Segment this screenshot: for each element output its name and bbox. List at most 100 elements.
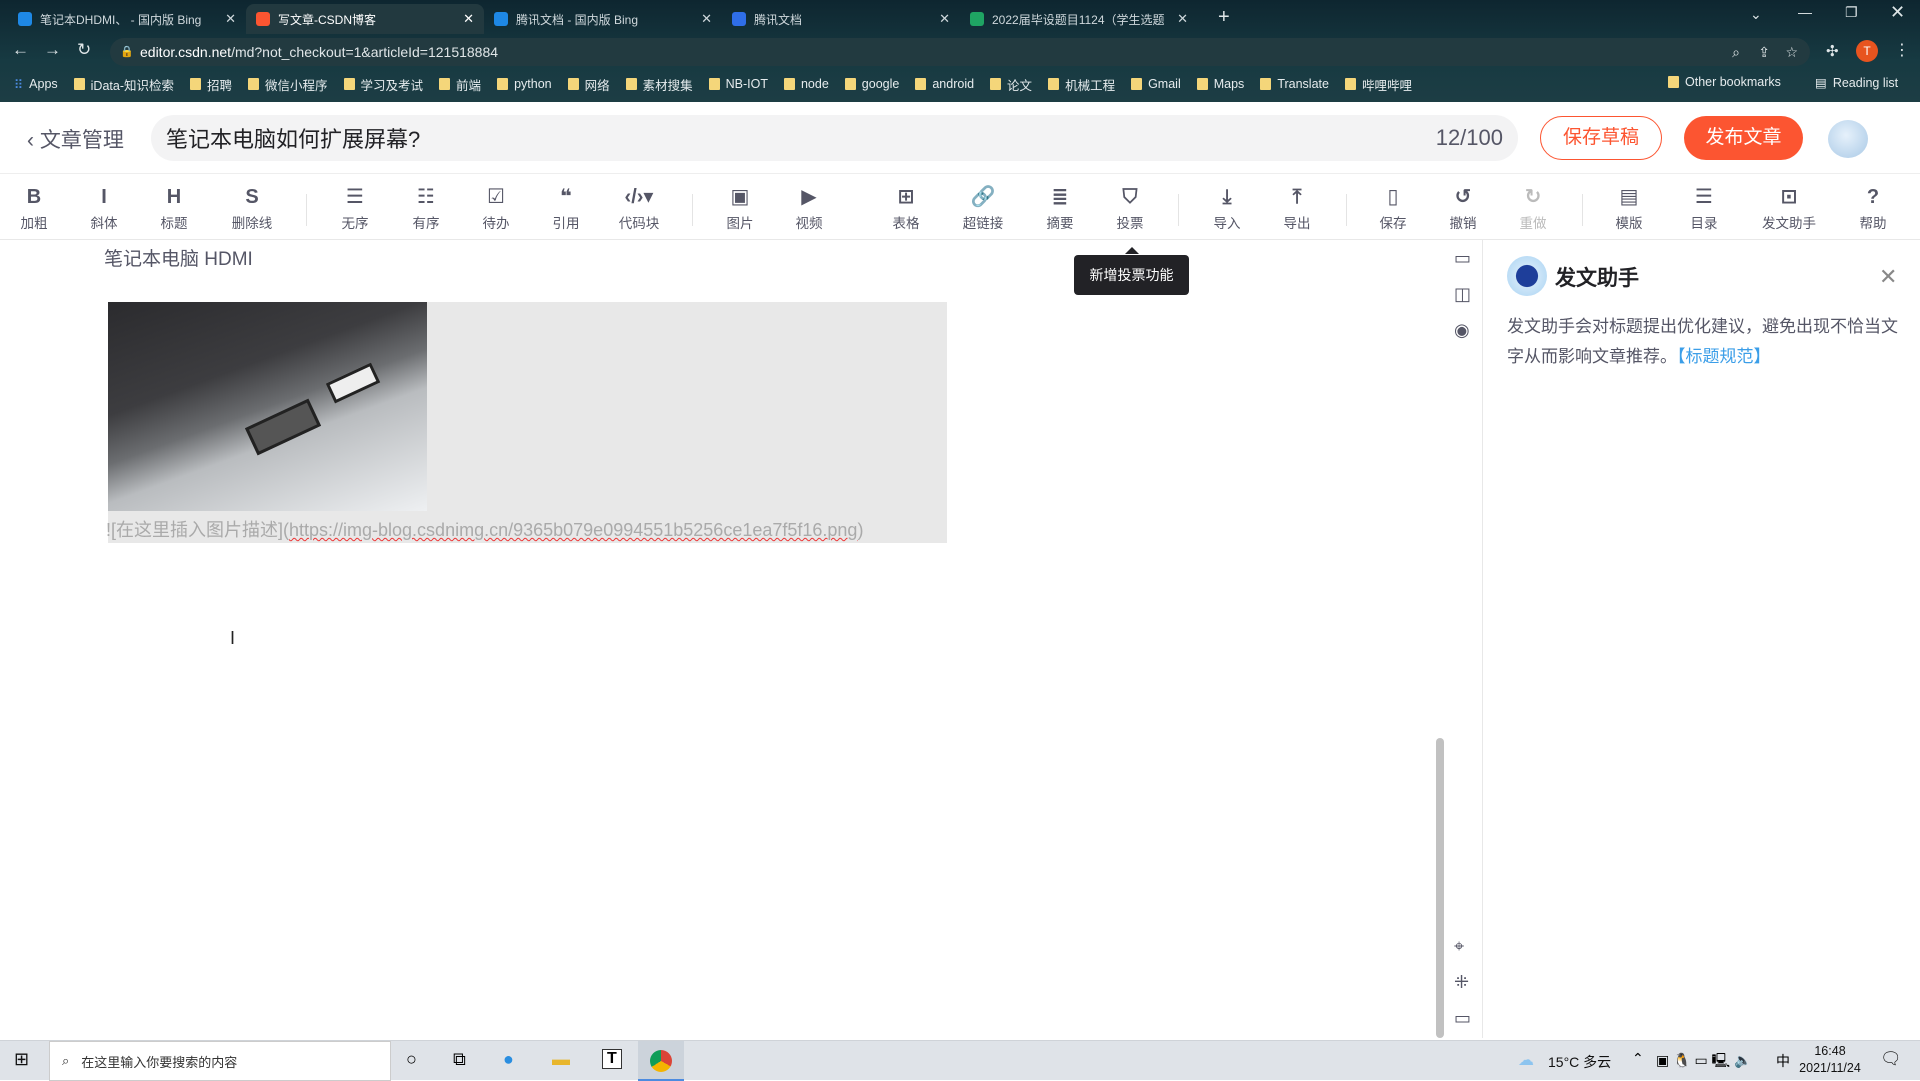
- toolbar-video-button[interactable]: ▶ 视频: [779, 184, 839, 232]
- single-column-icon[interactable]: ▭: [1454, 248, 1471, 269]
- weather-text[interactable]: 15°C 多云: [1548, 1052, 1611, 1072]
- bookmark-item[interactable]: Gmail: [1131, 77, 1181, 91]
- browser-tab[interactable]: 笔记本DHDMI、 - 国内版 Bing ✕: [8, 4, 246, 34]
- browser-tab[interactable]: 2022届毕设题目1124（学生选题 ✕: [960, 4, 1198, 34]
- bookmark-item[interactable]: 微信小程序: [248, 75, 328, 94]
- bookmark-item[interactable]: Maps: [1196, 77, 1244, 91]
- bookmark-item[interactable]: ⠿ Apps: [14, 77, 58, 92]
- close-tab-icon[interactable]: ✕: [463, 11, 474, 27]
- user-avatar[interactable]: [1828, 120, 1868, 158]
- bookmark-item[interactable]: 素材搜集: [625, 75, 693, 94]
- bookmark-item[interactable]: 招聘: [190, 75, 232, 94]
- windows-start-icon[interactable]: ⊞: [14, 1049, 29, 1070]
- toolbar-strikethrough-button[interactable]: S 删除线: [222, 184, 282, 232]
- reading-list[interactable]: ▤ Reading list: [1815, 75, 1898, 91]
- toolbar-link-button[interactable]: 🔗 超链接: [953, 184, 1013, 232]
- tab-search-icon[interactable]: ⌄: [1750, 6, 1762, 23]
- typora-icon[interactable]: T: [602, 1049, 622, 1069]
- article-title-input[interactable]: 笔记本电脑如何扩展屏幕? 12/100: [151, 115, 1518, 161]
- title-guidelines-link[interactable]: 【标题规范】: [1677, 347, 1771, 366]
- bookmark-item[interactable]: NB-IOT: [708, 77, 768, 91]
- toolbar-code-block-button[interactable]: ‹/›▾ 代码块: [609, 184, 669, 232]
- chrome-taskbar-button[interactable]: [638, 1041, 684, 1081]
- toolbar-quote-button[interactable]: ❝ 引用: [536, 184, 596, 232]
- toolbar-italic-button[interactable]: I 斜体: [74, 184, 134, 232]
- minimize-button[interactable]: —: [1798, 4, 1812, 20]
- close-panel-icon[interactable]: ✕: [1879, 264, 1897, 290]
- toolbar-export-button[interactable]: ⤒ 导出: [1267, 184, 1327, 232]
- toolbar-assistant-button[interactable]: ⊡ 发文助手: [1759, 184, 1819, 232]
- browser-tab[interactable]: 写文章-CSDN博客 ✕: [246, 4, 484, 34]
- back-icon[interactable]: ←: [12, 40, 29, 60]
- bookmark-item[interactable]: 学习及考试: [343, 75, 423, 94]
- file-explorer-icon[interactable]: ▬: [552, 1049, 570, 1070]
- bookmark-item[interactable]: node: [783, 77, 829, 91]
- bookmark-item[interactable]: 哔哩哔哩: [1344, 75, 1412, 94]
- save-draft-button[interactable]: 保存草稿: [1540, 116, 1662, 160]
- bookmark-item[interactable]: google: [844, 77, 899, 91]
- toolbar-bold-button[interactable]: B 加粗: [4, 184, 64, 232]
- publish-button[interactable]: 发布文章: [1684, 116, 1803, 160]
- profile-avatar[interactable]: T: [1856, 40, 1878, 62]
- toolbar-unordered-list-button[interactable]: ☰ 无序: [325, 184, 385, 232]
- app-icon-check[interactable]: ●: [503, 1049, 514, 1070]
- forward-icon[interactable]: →: [44, 40, 61, 60]
- zoom-icon[interactable]: ⌕: [1732, 38, 1740, 66]
- editor-scrollbar[interactable]: [1436, 738, 1444, 1038]
- split-view-icon[interactable]: ◫: [1454, 284, 1471, 305]
- bookmark-item[interactable]: iData-知识检索: [73, 75, 174, 94]
- browser-tab[interactable]: 腾讯文档 ✕: [722, 4, 960, 34]
- close-tab-icon[interactable]: ✕: [225, 11, 236, 27]
- toolbar-help-button[interactable]: ? 帮助: [1843, 184, 1903, 232]
- close-tab-icon[interactable]: ✕: [1177, 11, 1188, 27]
- ime-indicator[interactable]: 中: [1776, 1051, 1790, 1071]
- close-tab-icon[interactable]: ✕: [939, 11, 950, 27]
- share-icon[interactable]: ⇪: [1758, 38, 1770, 66]
- new-tab-button[interactable]: +: [1218, 6, 1230, 29]
- back-to-articles-link[interactable]: ‹ 文章管理: [27, 124, 124, 154]
- address-bar[interactable]: 🔒 editor.csdn.net/md?not_checkout=1&arti…: [110, 38, 1810, 66]
- toolbar-table-button[interactable]: ⊞ 表格: [876, 184, 936, 232]
- reload-icon[interactable]: ↻: [77, 40, 91, 60]
- bookmark-item[interactable]: 网络: [567, 75, 610, 94]
- locate-icon[interactable]: ⌖: [1454, 936, 1464, 957]
- task-view-icon[interactable]: ⧉: [453, 1049, 466, 1070]
- toolbar-import-button[interactable]: ⤓ 导入: [1197, 184, 1257, 232]
- clock[interactable]: 16:48 2021/11/24: [1795, 1043, 1865, 1077]
- cortana-icon[interactable]: ○: [406, 1049, 417, 1070]
- show-hidden-icons[interactable]: ⌃: [1632, 1050, 1644, 1067]
- bookmark-item[interactable]: 论文: [990, 75, 1032, 94]
- bookmark-item[interactable]: 前端: [439, 75, 481, 94]
- toolbar-save-button[interactable]: ▯ 保存: [1363, 184, 1423, 232]
- extensions-icon[interactable]: ✣: [1826, 42, 1839, 60]
- close-window-button[interactable]: ✕: [1890, 2, 1905, 23]
- toolbar-summary-button[interactable]: ≣ 摘要: [1030, 184, 1090, 232]
- toolbar-ordered-list-button[interactable]: ☷ 有序: [396, 184, 456, 232]
- bookmark-item[interactable]: python: [497, 77, 552, 91]
- toolbar-vote-button[interactable]: ⛉ 投票: [1100, 184, 1160, 232]
- other-bookmarks[interactable]: Other bookmarks: [1668, 75, 1781, 89]
- laptop-hdmi-image[interactable]: [108, 302, 427, 511]
- taskbar-search-box[interactable]: ⌕ 在这里输入你要搜索的内容: [49, 1041, 391, 1081]
- browser-tab[interactable]: 腾讯文档 - 国内版 Bing ✕: [484, 4, 722, 34]
- restore-button[interactable]: ❐: [1845, 4, 1858, 21]
- preview-eye-icon[interactable]: ◉: [1454, 320, 1470, 341]
- toolbar-heading-button[interactable]: H 标题: [144, 184, 204, 232]
- bookmark-item[interactable]: android: [915, 77, 974, 91]
- image-url[interactable]: https://img-blog.csdnimg.cn/9365b079e099…: [289, 520, 857, 540]
- bookmark-item[interactable]: Translate: [1260, 77, 1329, 91]
- toolbar-template-button[interactable]: ▤ 模版: [1599, 184, 1659, 232]
- menu-icon[interactable]: ⋮: [1894, 40, 1910, 60]
- tray-app-icons[interactable]: ▣ 🐧 ▭ 🖳 🔈: [1656, 1050, 1752, 1074]
- markdown-editor[interactable]: 笔记本电脑 HDMI ![在这里插入图片描述](https://img-blog…: [0, 240, 1444, 1038]
- toolbar-image-button[interactable]: ▣ 图片: [710, 184, 770, 232]
- bookmark-star-icon[interactable]: ☆: [1785, 38, 1798, 66]
- bookmark-item[interactable]: 机械工程: [1048, 75, 1115, 94]
- toolbar-redo-button[interactable]: ↻ 重做: [1503, 184, 1563, 232]
- toolbar-todo-button[interactable]: ☑ 待办: [466, 184, 526, 232]
- sync-scroll-icon[interactable]: ⁜: [1454, 972, 1469, 993]
- notification-center-icon[interactable]: 🗨: [1880, 1049, 1902, 1069]
- layout-icon[interactable]: ▭: [1454, 1008, 1471, 1029]
- toolbar-toc-button[interactable]: ☰ 目录: [1674, 184, 1734, 232]
- close-tab-icon[interactable]: ✕: [701, 11, 712, 27]
